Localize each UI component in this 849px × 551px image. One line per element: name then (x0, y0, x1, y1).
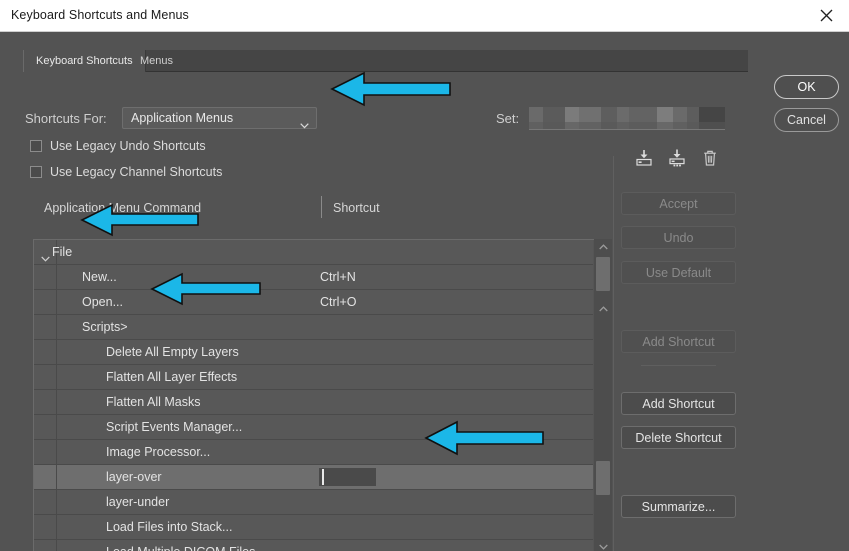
side-button-label: Add Shortcut (642, 334, 715, 349)
delete-set-icon[interactable] (700, 148, 722, 170)
row-indent-guide (34, 290, 57, 314)
tab-menus-label: Menus (140, 55, 174, 67)
shortcut-edit-field[interactable] (319, 468, 376, 486)
close-icon[interactable] (803, 0, 849, 31)
cancel-button-label: Cancel (787, 113, 826, 127)
row-label: Open... (82, 295, 123, 309)
set-actions-toolbar (634, 148, 726, 170)
row-indent-guide (34, 340, 57, 364)
row-label: Script Events Manager... (106, 420, 243, 434)
shortcuts-for-label: Shortcuts For: (25, 111, 107, 126)
window-title: Keyboard Shortcuts and Menus (11, 8, 189, 22)
row-label: Load Multiple DICOM Files... (106, 545, 266, 551)
row-shortcut: Ctrl+N (320, 270, 356, 284)
table-row[interactable]: File (34, 240, 593, 265)
checkbox-use-legacy-channel-box[interactable] (30, 166, 42, 178)
dialog-body: Keyboard Shortcuts Menus Shortcuts For: … (0, 32, 849, 551)
table-row[interactable]: Image Processor... (34, 440, 593, 465)
side-button-label: Undo (663, 230, 694, 245)
tab-strip: Keyboard Shortcuts Menus (23, 50, 748, 72)
shortcuts-for-value: Application Menus (131, 111, 234, 125)
side-button-label: Add Shortcut (642, 396, 715, 411)
keyboard-shortcuts-dialog: Keyboard Shortcuts and Menus Keyboard Sh… (0, 0, 849, 551)
row-indent-guide (34, 490, 57, 514)
row-label: Flatten All Masks (106, 395, 201, 409)
tab-menus[interactable]: Menus (128, 50, 185, 72)
row-label: Scripts> (82, 320, 128, 334)
row-shortcut: Ctrl+O (320, 295, 357, 309)
ok-button[interactable]: OK (774, 75, 839, 99)
row-label: Flatten All Layer Effects (106, 370, 238, 384)
table-row[interactable]: layer-over (34, 465, 593, 490)
accept-button: Accept (621, 192, 736, 215)
row-indent-guide (34, 515, 57, 539)
command-list-scrollbar[interactable] (594, 239, 612, 551)
table-row[interactable]: Delete All Empty Layers (34, 340, 593, 365)
row-label: Delete All Empty Layers (106, 345, 239, 359)
table-row[interactable]: Scripts> (34, 315, 593, 340)
table-row[interactable]: Flatten All Layer Effects (34, 365, 593, 390)
list-header: Application Menu Command Shortcut (24, 194, 612, 226)
row-indent-guide (34, 540, 57, 551)
side-button-label: Delete Shortcut (635, 430, 722, 445)
side-button-label: Accept (659, 196, 698, 211)
cancel-button[interactable]: Cancel (774, 108, 839, 132)
add-shortcut-button: Add Shortcut (621, 330, 736, 353)
row-indent-guide (34, 440, 57, 464)
row-label: Load Files into Stack... (106, 520, 233, 534)
row-label: File (52, 245, 73, 259)
row-label: layer-over (106, 470, 162, 484)
column-header-command: Application Menu Command (44, 201, 202, 215)
tab-keyboard-shortcuts-label: Keyboard Shortcuts (36, 55, 133, 67)
save-set-icon[interactable] (634, 148, 656, 170)
row-indent-guide (34, 415, 57, 439)
row-indent-guide (34, 465, 57, 489)
text-caret (322, 469, 324, 485)
table-row[interactable]: Script Events Manager... (34, 415, 593, 440)
row-indent-guide (34, 265, 57, 289)
chevron-down-icon[interactable] (41, 249, 50, 262)
checkbox-use-legacy-channel-label: Use Legacy Channel Shortcuts (50, 165, 223, 179)
row-label: Image Processor... (106, 445, 211, 459)
delete-shortcut-button[interactable]: Delete Shortcut (621, 426, 736, 449)
title-bar: Keyboard Shortcuts and Menus (0, 0, 849, 32)
checkbox-use-legacy-undo-box[interactable] (30, 140, 42, 152)
column-divider (321, 196, 322, 218)
set-label: Set: (496, 111, 520, 126)
table-row[interactable]: Flatten All Masks (34, 390, 593, 415)
checkbox-use-legacy-undo-label: Use Legacy Undo Shortcuts (50, 139, 206, 153)
column-header-shortcut: Shortcut (333, 201, 380, 215)
table-row[interactable]: New... Ctrl+N (34, 265, 593, 290)
add-shortcut-button[interactable]: Add Shortcut (621, 392, 736, 415)
use-default-button: Use Default (621, 261, 736, 284)
scroll-thumb-lower[interactable] (596, 461, 610, 495)
undo-button: Undo (621, 226, 736, 249)
side-button-label: Use Default (645, 265, 712, 280)
set-field[interactable] (529, 107, 725, 130)
row-label: New... (82, 270, 117, 284)
scroll-down-icon[interactable] (594, 539, 612, 551)
table-row[interactable]: layer-under (34, 490, 593, 515)
summarize-button[interactable]: Summarize... (621, 495, 736, 518)
command-list[interactable]: File New... Ctrl+N Open... Ctrl+O Scripts> Del… (33, 239, 612, 551)
scroll-up-icon-secondary[interactable] (594, 301, 612, 317)
chevron-down-icon (300, 116, 309, 129)
scroll-thumb-upper[interactable] (596, 257, 610, 291)
table-row[interactable]: Load Multiple DICOM Files... (34, 540, 593, 551)
row-label: layer-under (106, 495, 170, 509)
row-indent-guide (34, 390, 57, 414)
row-indent-guide (34, 365, 57, 389)
right-panel-divider (613, 156, 614, 551)
table-row[interactable]: Open... Ctrl+O (34, 290, 593, 315)
scroll-up-icon[interactable] (594, 239, 612, 255)
save-set-as-icon[interactable] (667, 148, 689, 170)
shortcuts-for-dropdown[interactable]: Application Menus (122, 107, 317, 129)
ok-button-label: OK (797, 80, 816, 94)
side-button-separator (641, 365, 716, 366)
table-row[interactable]: Load Files into Stack... (34, 515, 593, 540)
row-indent-guide (34, 315, 57, 339)
side-button-label: Summarize... (641, 499, 716, 514)
command-list-rows: File New... Ctrl+N Open... Ctrl+O Scripts> Del… (34, 240, 593, 551)
